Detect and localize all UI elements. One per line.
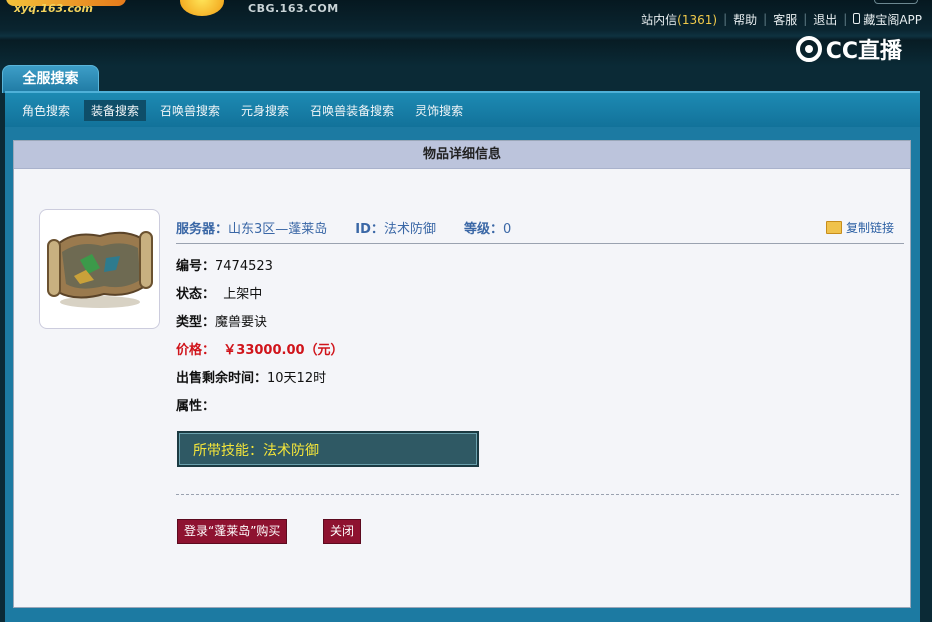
status-value: 上架中	[223, 287, 263, 302]
cc-live-logo: CC直播	[795, 33, 902, 65]
id-info: ID：法术防御	[355, 218, 436, 237]
type-label: 类型：	[176, 315, 216, 330]
level-label: 等级：	[463, 221, 503, 237]
detail-status: 状态： 上架中	[176, 281, 344, 309]
login-buy-button[interactable]: 登录“蓬莱岛”购买	[177, 519, 288, 544]
messages-label: 站内信	[641, 12, 678, 27]
item-details: 编号：7474523 状态： 上架中 类型：魔兽要诀 价格： ￥33000.00…	[176, 253, 344, 421]
server-value: 山东3区—蓬莱岛	[228, 221, 328, 237]
number-value: 7474523	[215, 259, 273, 274]
status-label: 状态：	[176, 287, 216, 302]
remaining-value: 10天12时	[267, 371, 327, 386]
price-value: ￥33000.00（元）	[223, 343, 344, 358]
service-link[interactable]: 客服	[773, 11, 797, 28]
game-logo[interactable]: xyq.163.com	[6, 0, 156, 16]
detail-type: 类型：魔兽要诀	[176, 309, 344, 337]
subnav-accessory-search[interactable]: 灵饰搜索	[408, 100, 470, 121]
divider: |	[803, 12, 808, 26]
messages-count: (1361)	[677, 12, 718, 27]
subnav-role-search[interactable]: 角色搜索	[15, 100, 77, 121]
emblem-icon	[180, 0, 224, 16]
logout-link[interactable]: 退出	[813, 11, 837, 28]
copy-link-label: 复制链接	[845, 221, 894, 235]
detail-number: 编号：7474523	[176, 253, 344, 281]
detail-attributes: 属性：	[176, 393, 344, 421]
scroll-map-icon	[47, 231, 153, 308]
subnav-pet-search[interactable]: 召唤兽搜索	[153, 100, 227, 121]
folder-icon	[825, 221, 842, 234]
panel-title: 物品详细信息	[14, 141, 910, 169]
site-header: xyq.163.com CBG.163.COM 站内信(1361) | 帮助 |…	[0, 0, 932, 66]
copy-link-button[interactable]: 复制链接	[825, 219, 894, 236]
cc-live-icon	[795, 36, 822, 62]
item-detail-panel: 物品详细信息 服务器：山东3区—蓬莱岛 ID：法术防御 等级：0 复制链接 编号…	[13, 140, 911, 608]
close-button[interactable]: 关闭	[323, 519, 362, 544]
server-label: 服务器：	[176, 221, 229, 237]
price-label: 价格：	[176, 343, 216, 358]
messages-link[interactable]: 站内信(1361)	[641, 11, 717, 28]
number-label: 编号：	[176, 259, 216, 274]
phone-icon	[853, 12, 861, 24]
game-logo-url: xyq.163.com	[14, 2, 93, 15]
tab-all-server-search[interactable]: 全服搜索	[2, 65, 99, 93]
id-label: ID：	[355, 221, 384, 237]
divider: |	[763, 12, 768, 26]
attributes-label: 属性：	[176, 399, 216, 414]
skill-box: 所带技能：法术防御	[177, 431, 479, 467]
search-subnav: 角色搜索 装备搜索 召唤兽搜索 元身搜索 召唤兽装备搜索 灵饰搜索	[5, 91, 920, 127]
top-button-fragment	[874, 0, 918, 4]
item-image	[39, 209, 160, 329]
subnav-equipment-search[interactable]: 装备搜索	[84, 99, 147, 121]
detail-remaining-time: 出售剩余时间：10天12时	[176, 365, 344, 393]
site-domain-text: CBG.163.COM	[248, 2, 339, 15]
item-info-row: 服务器：山东3区—蓬莱岛 ID：法术防御 等级：0 复制链接	[176, 211, 904, 244]
app-link-label: 藏宝阁APP	[863, 12, 922, 27]
level-info: 等级：0	[464, 218, 511, 237]
app-link[interactable]: 藏宝阁APP	[853, 11, 922, 28]
detail-price: 价格： ￥33000.00（元）	[176, 337, 344, 365]
remaining-label: 出售剩余时间：	[176, 371, 268, 386]
id-value: 法术防御	[383, 221, 436, 237]
content-divider	[176, 494, 899, 495]
cc-live-logo-text: CC直播	[825, 39, 902, 64]
help-link[interactable]: 帮助	[733, 11, 757, 28]
subnav-body-search[interactable]: 元身搜索	[234, 100, 296, 121]
divider: |	[843, 12, 848, 26]
server-info: 服务器：山东3区—蓬莱岛	[176, 218, 327, 237]
subnav-pet-equipment-search[interactable]: 召唤兽装备搜索	[303, 100, 401, 121]
type-value: 魔兽要诀	[215, 315, 268, 330]
content-panel: 物品详细信息 服务器：山东3区—蓬莱岛 ID：法术防御 等级：0 复制链接 编号…	[5, 127, 920, 622]
top-links: 站内信(1361) | 帮助 | 客服 | 退出 | 藏宝阁APP	[641, 10, 922, 28]
level-value: 0	[502, 221, 512, 237]
divider: |	[723, 12, 728, 26]
